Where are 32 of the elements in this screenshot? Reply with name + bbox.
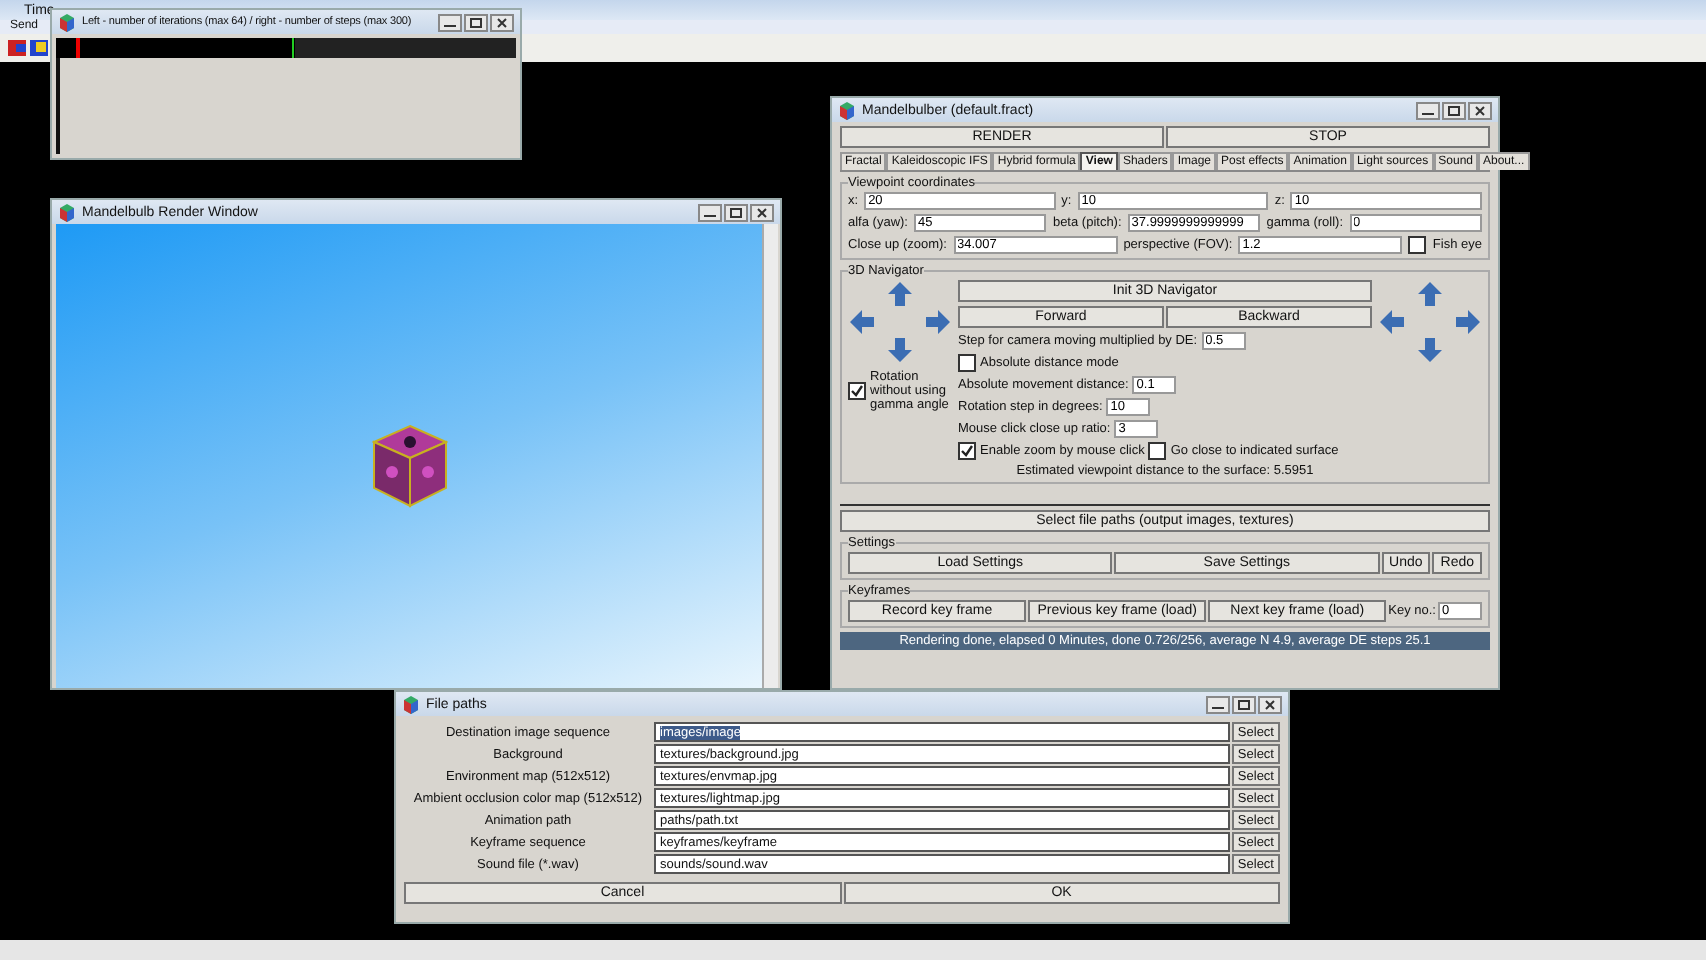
minimize-icon[interactable] xyxy=(1416,101,1440,119)
checkbox[interactable] xyxy=(1148,442,1167,460)
arrow-icon[interactable] xyxy=(1416,336,1444,364)
app-icon xyxy=(58,203,76,221)
arrow-icon[interactable] xyxy=(886,336,914,364)
app-icon xyxy=(402,695,420,713)
maximize-icon[interactable] xyxy=(1232,695,1256,713)
close-icon[interactable] xyxy=(1258,695,1282,713)
arrow-icon[interactable] xyxy=(1416,280,1444,308)
close-icon[interactable] xyxy=(1468,101,1492,119)
minimize-icon[interactable] xyxy=(1206,695,1230,713)
maximize-icon[interactable] xyxy=(724,203,748,221)
arrow-icon[interactable] xyxy=(848,308,876,336)
checkbox[interactable] xyxy=(1408,236,1427,254)
maximize-icon[interactable] xyxy=(464,13,488,31)
arrow-icon[interactable] xyxy=(1378,308,1406,336)
checkbox[interactable] xyxy=(848,382,866,401)
arrow-icon[interactable] xyxy=(886,280,914,308)
cube-fractal-drawing xyxy=(371,424,447,508)
minimize-icon[interactable] xyxy=(438,13,462,31)
close-icon[interactable] xyxy=(750,203,774,221)
checkbox[interactable] xyxy=(958,442,976,460)
close-icon[interactable] xyxy=(490,13,514,31)
scrollbar[interactable] xyxy=(762,224,778,688)
arrow-icon[interactable] xyxy=(924,308,952,336)
minimize-icon[interactable] xyxy=(698,203,722,221)
app-icon xyxy=(838,101,856,119)
arrow-icon[interactable] xyxy=(1454,308,1482,336)
app-icon xyxy=(58,13,76,31)
checkbox[interactable] xyxy=(958,354,976,372)
maximize-icon[interactable] xyxy=(1442,101,1466,119)
palette-icon[interactable] xyxy=(30,40,48,56)
